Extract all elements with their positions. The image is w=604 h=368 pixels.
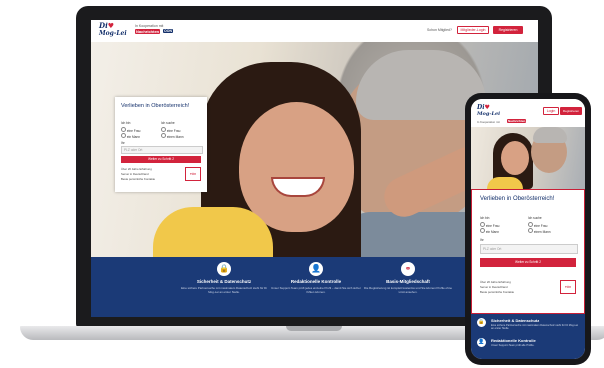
user-check-icon: 👤	[309, 262, 323, 276]
search-option-2[interactable]: einen Mann	[161, 133, 184, 139]
login-text: Schon Mitglied?	[427, 28, 452, 32]
radio-icon	[121, 133, 126, 138]
phone-gender-option-2[interactable]: ein Mann	[480, 228, 499, 234]
woman-top	[487, 177, 523, 189]
phone-zip-label: Ihr	[480, 238, 484, 242]
registration-title: Verlieben in Oberösterreich!	[121, 103, 190, 109]
search-option-2-label: einen Mann	[166, 135, 184, 139]
feature-text-3: Die Registrierung ist komplett kostenlos…	[364, 286, 452, 294]
man-hair	[533, 127, 567, 143]
woman-face	[501, 141, 529, 175]
site-header: Di♥ Mog-Lei In Kooperation mit Nachricht…	[91, 20, 538, 43]
phone-search-option-2[interactable]: einen Mann	[528, 228, 551, 234]
tuev-seal: TÜV	[185, 167, 201, 181]
zip-label: Ihr	[121, 141, 125, 145]
radio-icon	[161, 133, 166, 138]
woman-face	[239, 102, 354, 232]
i-am-label: Ich bin	[121, 121, 131, 125]
phone-bullet-1: Über 20 Jahre Erfahrung	[480, 280, 511, 284]
phone-next-step-button[interactable]: Weiter zu Schritt 2	[480, 258, 576, 267]
woman-top	[153, 207, 273, 257]
zip-input[interactable]: PLZ oder Ort	[121, 146, 203, 154]
phone-partner-text: In Kooperation mit	[477, 120, 500, 124]
radio-icon	[121, 127, 126, 132]
bullet-2: Server in Deutschland	[121, 172, 149, 176]
phone-feature-title-2: Redaktionelle Kontrolle	[491, 338, 536, 343]
phone-features-band: 🔒 Sicherheit & Datenschutz Eine sichere …	[471, 314, 585, 359]
radio-icon	[480, 228, 485, 233]
registration-box: Verlieben in Oberösterreich! Ich bin Ich…	[115, 97, 207, 192]
phone-registration-box: Verlieben in Oberösterreich! Ich bin Ich…	[471, 189, 585, 314]
lock-icon: 🔒	[477, 318, 486, 327]
phone-i-am-label: Ich bin	[480, 216, 490, 220]
phone-feature-title-1: Sicherheit & Datenschutz	[491, 318, 540, 323]
phone-logo-text-2: Mog-Lei	[477, 111, 501, 117]
phone-search-option-2-label: einen Mann	[533, 230, 551, 234]
bullet-3: Beste persönliche Kontakte	[121, 177, 156, 181]
gender-option-2-label: ein Mann	[126, 135, 141, 139]
phone-login-button[interactable]: Login	[543, 107, 559, 115]
feature-text-1: Eine sichere Partnersuche mit maximalem …	[181, 286, 267, 294]
feature-text-2: Unser Support-Team prüft jedes einzelne …	[271, 286, 361, 294]
phone-search-label: Ich suche	[528, 216, 542, 220]
phone-registration-title: Verlieben in Oberösterreich!	[480, 196, 555, 202]
login-button[interactable]: Mitglieder-Login	[457, 26, 489, 34]
phone-bullet-2: Server in Deutschland	[480, 285, 508, 289]
radio-icon	[161, 127, 166, 132]
gender-option-2[interactable]: ein Mann	[121, 133, 140, 139]
phone-register-button[interactable]: Registrieren	[560, 107, 582, 115]
logo-text-1: Di	[99, 21, 108, 30]
phone-tuev-seal: TÜV	[560, 280, 576, 294]
phone-header: Di♥ Mog-Lei Login Registrieren In Kooper…	[471, 99, 585, 127]
laptop-notch	[286, 326, 342, 331]
site-logo[interactable]: Di♥ Mog-Lei	[99, 22, 127, 37]
feature-title-1: Sicherheit & Datenschutz	[196, 279, 252, 284]
partner-logo: Nachrichten	[135, 29, 161, 34]
partner-text: In Kooperation mit	[135, 24, 164, 28]
register-button[interactable]: Registrieren	[493, 26, 523, 34]
phone-bullet-3: Beste persönliche Kontakte	[480, 290, 515, 294]
logo-text-2: Mog-Lei	[99, 30, 127, 37]
phone-gender-option-2-label: ein Mann	[485, 230, 500, 234]
radio-icon	[528, 228, 533, 233]
lock-icon: 🔒	[217, 262, 231, 276]
feature-title-3: Basis-Mitgliedschaft	[386, 279, 430, 284]
phone-partner-logo: Nachrichten	[507, 119, 527, 123]
heart-icon: ♥	[107, 21, 115, 30]
radio-icon	[480, 222, 485, 227]
phone-logo[interactable]: Di♥ Mog-Lei	[477, 105, 500, 117]
phone-screen: Di♥ Mog-Lei Login Registrieren In Kooper…	[471, 99, 585, 359]
next-step-button[interactable]: Weiter zu Schritt 2	[121, 156, 201, 163]
partner-logo-2: OÖN	[163, 29, 173, 33]
radio-icon	[528, 222, 533, 227]
phone-feature-text-2: Unser Support-Team prüft alle Profile.	[491, 344, 535, 347]
feature-title-2: Redaktionelle Kontrolle	[290, 279, 342, 284]
search-label: Ich suche	[161, 121, 175, 125]
phone-hero-image	[471, 127, 585, 189]
hearts-icon: ⚭	[401, 262, 415, 276]
bullet-1: Über 20 Jahre Erfahrung	[121, 167, 152, 171]
heart-icon: ♥	[484, 104, 490, 111]
phone-feature-text-1: Eine sichere Partnersuche mit maximalem …	[491, 324, 579, 331]
user-check-icon: 👤	[477, 338, 486, 347]
phone-zip-input[interactable]: PLZ oder Ort	[480, 244, 578, 254]
